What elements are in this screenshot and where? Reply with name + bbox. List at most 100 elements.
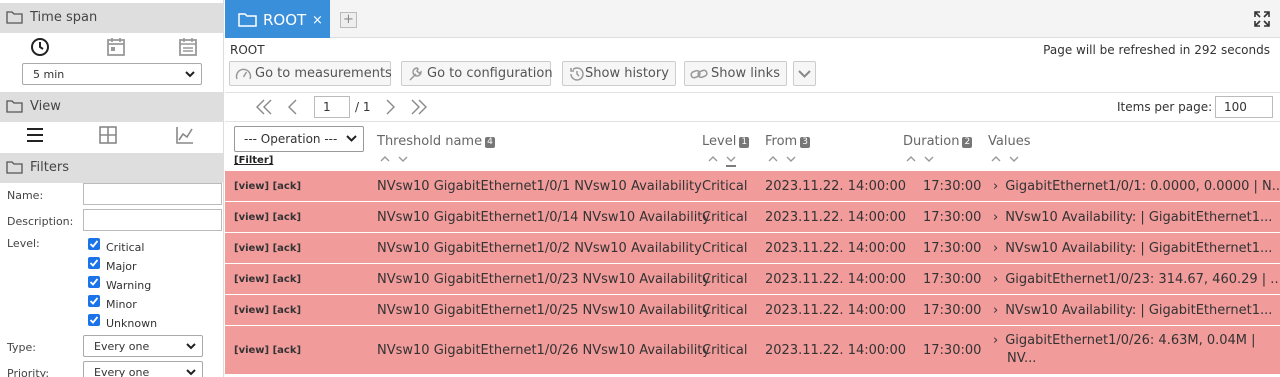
sort-arrows-icon[interactable] xyxy=(990,154,1020,164)
warning-checkbox[interactable] xyxy=(88,276,100,288)
name-filter-input[interactable] xyxy=(83,183,222,205)
history-label: Show history xyxy=(585,66,669,81)
row-actions[interactable]: [view] [ack] xyxy=(234,212,301,223)
breadcrumb[interactable]: ROOT xyxy=(230,43,265,57)
critical-checkbox[interactable] xyxy=(88,238,100,250)
column-values[interactable]: Values xyxy=(988,134,1030,149)
tab-root[interactable]: ROOT × xyxy=(225,0,330,38)
row-actions[interactable]: [view] [ack] xyxy=(234,243,301,254)
values-text: GigabitEthernet1/0/23: 314.67, 460.29 | … xyxy=(1005,272,1280,287)
chevron-right-icon: › xyxy=(993,210,999,225)
filters-header[interactable]: Filters xyxy=(0,153,224,183)
priority-select[interactable]: Every one xyxy=(83,361,203,377)
duration-cell: 17:30:00 xyxy=(923,241,982,256)
show-history-button[interactable]: Show history xyxy=(562,61,676,86)
chart-view-icon[interactable] xyxy=(174,124,196,146)
tab-title: ROOT xyxy=(263,11,307,29)
wrench-icon xyxy=(409,67,422,81)
timespan-header[interactable]: Time span xyxy=(0,3,224,33)
level-header: Level xyxy=(702,134,737,149)
values-cell[interactable]: › GigabitEthernet1/0/1: 0.0000, 0.0000 | … xyxy=(993,179,1280,194)
expand-icon[interactable] xyxy=(1254,11,1270,27)
table-row[interactable]: [view] [ack] NVsw10 GigabitEthernet1/0/2… xyxy=(225,295,1280,326)
sort-arrows-icon[interactable] xyxy=(767,154,797,164)
row-actions[interactable]: [view] [ack] xyxy=(234,181,301,192)
view-header[interactable]: View xyxy=(0,92,224,122)
folder-icon xyxy=(6,161,23,174)
tab-close-icon[interactable]: × xyxy=(312,13,323,28)
go-to-measurements-button[interactable]: Go to measurements xyxy=(229,61,392,86)
filter-link[interactable]: [Filter] xyxy=(234,155,273,166)
page-input[interactable]: 1 xyxy=(314,96,350,118)
critical-label: Critical xyxy=(106,241,145,254)
items-per-page-input[interactable]: 100 xyxy=(1215,96,1273,118)
table-row[interactable]: [view] [ack] NVsw10 GigabitEthernet1/0/1… xyxy=(225,171,1280,202)
values-cell[interactable]: › GigabitEthernet1/0/26: 4.63M, 0.04M | xyxy=(993,333,1256,348)
view-title: View xyxy=(30,99,61,114)
sort-arrows-icon[interactable] xyxy=(379,154,409,164)
sort-arrows-icon[interactable] xyxy=(905,154,935,164)
grid-view-icon[interactable] xyxy=(97,124,119,146)
pager: 1 / 1 Items per page: 100 xyxy=(225,92,1280,122)
sort-arrows-icon[interactable] xyxy=(707,154,737,168)
add-tab-button[interactable]: + xyxy=(340,12,357,28)
from-cell: 2023.11.22. 14:00:00 xyxy=(765,303,907,318)
duration-header: Duration xyxy=(903,134,960,149)
chevron-down-icon xyxy=(185,71,195,78)
values-cell[interactable]: › NVsw10 Availability: | GigabitEthernet1… xyxy=(993,241,1272,256)
row-actions[interactable]: [view] [ack] xyxy=(234,305,301,316)
table-row[interactable]: [view] [ack] NVsw10 GigabitEthernet1/0/2… xyxy=(225,264,1280,295)
operation-select[interactable]: --- Operation --- xyxy=(234,126,364,152)
first-page-icon[interactable] xyxy=(255,97,273,117)
description-filter-input[interactable] xyxy=(83,209,222,231)
type-select[interactable]: Every one xyxy=(83,335,203,357)
app: Time span 5 min View Filters Name: Descr… xyxy=(0,0,1280,377)
timespan-title: Time span xyxy=(30,10,98,25)
warning-label: Warning xyxy=(106,279,152,292)
threshold-name-cell: NVsw10 GigabitEthernet1/0/25 NVsw10 Avai… xyxy=(377,303,711,318)
more-actions-button[interactable] xyxy=(793,61,816,86)
history-icon xyxy=(570,67,584,81)
duration-cell: 17:30:00 xyxy=(923,210,982,225)
calendar-icon[interactable] xyxy=(105,36,127,58)
prev-page-icon[interactable] xyxy=(287,97,299,117)
next-page-icon[interactable] xyxy=(384,97,396,117)
column-duration[interactable]: Duration 2 xyxy=(903,134,973,149)
level-label: Level: xyxy=(7,237,40,250)
go-to-configuration-button[interactable]: Go to configuration xyxy=(401,61,553,86)
list-view-icon[interactable] xyxy=(24,124,46,146)
sort-order-badge: 4 xyxy=(485,137,495,148)
values-cell[interactable]: › NVsw10 Availability: | GigabitEthernet1… xyxy=(993,210,1272,225)
last-page-icon[interactable] xyxy=(410,97,428,117)
major-checkbox[interactable] xyxy=(88,257,100,269)
minor-checkbox[interactable] xyxy=(88,295,100,307)
folder-icon xyxy=(238,13,257,27)
table-row[interactable]: [view] [ack] NVsw10 GigabitEthernet1/0/2… xyxy=(225,233,1280,264)
values-cell-continued: NV... xyxy=(1007,351,1037,366)
values-header: Values xyxy=(988,134,1031,149)
gauge-icon xyxy=(235,68,252,80)
values-cell[interactable]: › NVsw10 Availability: | GigabitEthernet1… xyxy=(993,303,1272,318)
calendar-range-icon[interactable] xyxy=(177,36,199,58)
column-level[interactable]: Level 1 xyxy=(702,134,750,149)
timespan-select[interactable]: 5 min xyxy=(22,63,202,85)
type-value: Every one xyxy=(94,340,150,353)
column-from[interactable]: From 3 xyxy=(765,134,810,149)
table-header: --- Operation --- [Filter] Threshold nam… xyxy=(225,123,1280,171)
unknown-checkbox[interactable] xyxy=(88,314,100,326)
row-actions[interactable]: [view] [ack] xyxy=(234,345,301,356)
show-links-button[interactable]: Show links xyxy=(684,61,787,86)
values-text: GigabitEthernet1/0/1: 0.0000, 0.0000 | N… xyxy=(1005,179,1280,194)
folder-icon xyxy=(6,11,23,24)
level-cell: Critical xyxy=(702,303,748,318)
clock-icon[interactable] xyxy=(29,36,51,58)
main-panel: ROOT × + ROOT Page will be refreshed in … xyxy=(225,0,1280,377)
row-actions[interactable]: [view] [ack] xyxy=(234,274,301,285)
table-row[interactable]: [view] [ack] NVsw10 GigabitEthernet1/0/2… xyxy=(225,326,1280,375)
column-threshold-name[interactable]: Threshold name 4 xyxy=(377,134,495,149)
chevron-right-icon: › xyxy=(993,241,999,256)
values-cell[interactable]: › GigabitEthernet1/0/23: 314.67, 460.29 |… xyxy=(993,272,1280,287)
threshold-name-cell: NVsw10 GigabitEthernet1/0/1 NVsw10 Avail… xyxy=(377,179,702,194)
priority-value: Every one xyxy=(94,366,150,377)
table-row[interactable]: [view] [ack] NVsw10 GigabitEthernet1/0/1… xyxy=(225,202,1280,233)
